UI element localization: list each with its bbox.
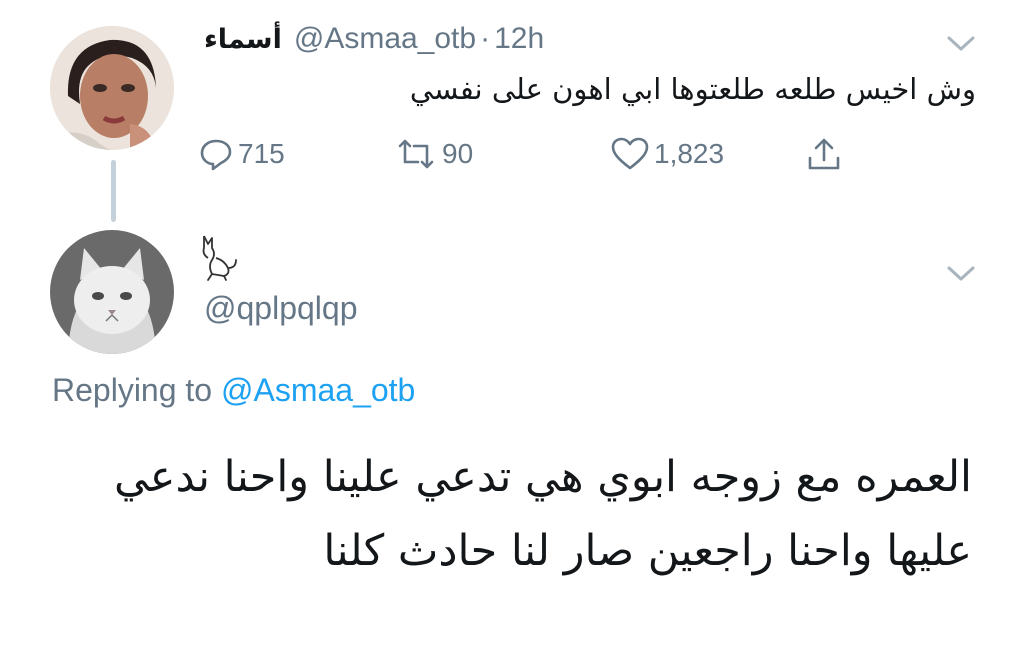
avatar-cat-image (50, 230, 174, 354)
retweet-icon (398, 139, 434, 169)
replying-to: Replying to @Asmaa_otb (52, 372, 415, 409)
thread-connector-line (111, 160, 116, 222)
like-count: 1,823 (654, 138, 725, 169)
tweet1-text: وش اخيس طلعه طلعتوها ابي اهون على نفسي (409, 72, 976, 106)
reply-button[interactable]: 715 (198, 134, 285, 174)
avatar-asmaa[interactable] (50, 26, 174, 150)
reply-icon (200, 139, 232, 171)
avatar-cat[interactable] (50, 230, 174, 354)
replying-to-link[interactable]: @Asmaa_otb (221, 372, 415, 408)
tweet2-text-line1: العمره مع زوجه ابوي هي تدعي علينا واحنا … (113, 452, 972, 502)
chevron-down-icon[interactable] (946, 34, 976, 54)
tweet1-time[interactable]: 12h (494, 22, 544, 56)
avatar-woman-image (50, 26, 174, 150)
tweet1-display-name[interactable]: أسماء (204, 24, 282, 55)
share-icon (808, 138, 840, 170)
like-button[interactable]: 1,823 (610, 134, 724, 174)
replying-to-label: Replying to (52, 372, 213, 408)
tweet1-header: أسماء @Asmaa_otb · 12h (204, 22, 904, 62)
reply-count: 715 (238, 138, 285, 169)
tweet2-handle[interactable]: @qplpqlqp (204, 290, 357, 327)
tweet1-separator: · (480, 22, 491, 55)
tweet1-handle[interactable]: @Asmaa_otb (294, 22, 476, 56)
like-icon (611, 137, 649, 170)
tweet1-actions: 715 90 1,823 (198, 134, 878, 174)
retweet-button[interactable]: 90 (394, 134, 473, 174)
chevron-down-icon[interactable] (946, 264, 976, 284)
cat-emoji-icon (202, 235, 237, 281)
tweet2-text-line2: عليها واحنا راجعين صار لنا حادث كلنا (323, 526, 972, 576)
share-button[interactable] (804, 134, 844, 174)
tweet2-text: العمره مع زوجه ابوي هي تدعي علينا واحنا … (52, 440, 972, 588)
retweet-count: 90 (442, 138, 474, 169)
